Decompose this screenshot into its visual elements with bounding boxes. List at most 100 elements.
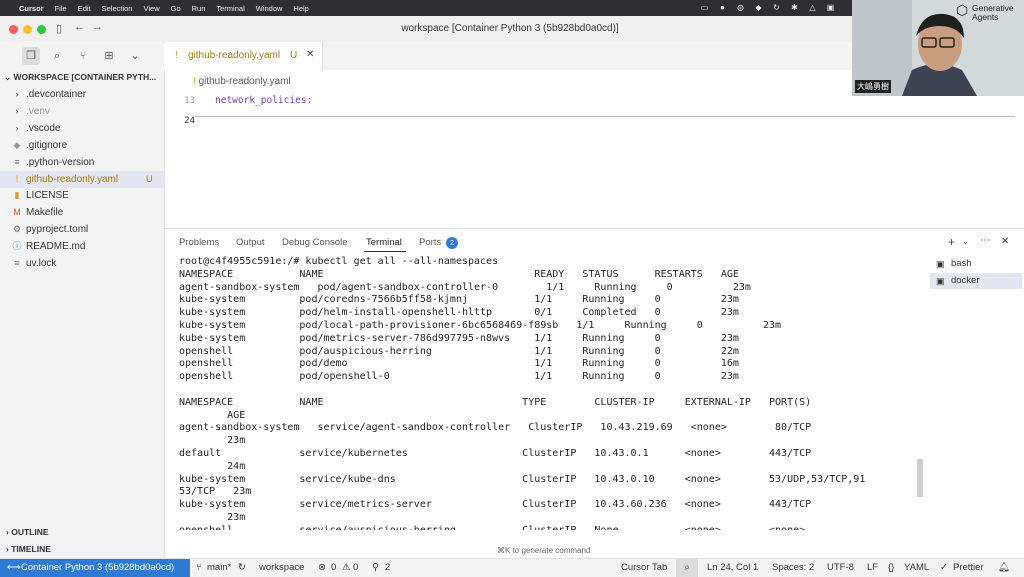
makefile-icon: M xyxy=(13,207,21,218)
terminal-line: 53/TCP 23m xyxy=(179,486,252,498)
line-ending[interactable]: LF xyxy=(867,559,878,577)
toggle-sidebar-icon[interactable]: ▯ xyxy=(56,22,62,35)
check-icon: ✓ xyxy=(940,562,948,573)
timeline-section[interactable]: › TIMELINE xyxy=(6,544,51,554)
folder-label[interactable]: workspace xyxy=(259,559,304,577)
more-actions-icon[interactable]: ⋯ xyxy=(980,235,990,246)
tab-output[interactable]: Output xyxy=(236,237,265,248)
terminal-line: agent-sandbox-system pod/agent-sandbox-c… xyxy=(179,281,751,293)
menu-terminal[interactable]: Terminal xyxy=(216,4,244,13)
workspace-header[interactable]: ⌄ WORKSPACE [CONTAINER PYTH... xyxy=(4,72,156,83)
outline-section[interactable]: › OUTLINE xyxy=(6,527,49,537)
terminal-line: kube-system pod/coredns-7566b5ff58-kjmnj… xyxy=(179,294,739,306)
search-icon[interactable]: ⌕ xyxy=(48,47,66,65)
tab-debug-console[interactable]: Debug Console xyxy=(282,237,348,248)
chevron-right-icon: › xyxy=(15,89,19,99)
sync-icon[interactable]: ↻ xyxy=(772,3,781,12)
file-tree-label: LICENSE xyxy=(26,190,69,202)
chevron-down-icon[interactable]: ⌄ xyxy=(962,237,969,246)
settings-icon[interactable]: ✱ xyxy=(790,3,799,12)
explorer-sidebar: ⌄ WORKSPACE [CONTAINER PYTH... › .devcont… xyxy=(0,70,165,558)
file-tree-item[interactable]: ◆ .gitignore xyxy=(0,137,164,154)
file-tree-item[interactable]: › .venv xyxy=(0,103,164,120)
warning-icon: ⚠ xyxy=(342,562,351,573)
tab-problems[interactable]: Problems xyxy=(179,237,219,248)
branch-status[interactable]: main* xyxy=(207,559,231,577)
code-line[interactable]: network_policies: xyxy=(215,95,312,106)
terminal-scrollbar[interactable] xyxy=(917,459,923,497)
notifications-icon[interactable]: 🔔︎ xyxy=(998,559,1010,577)
screen-share-icon[interactable]: ▭ xyxy=(700,3,709,12)
file-tree-item[interactable]: ⓘ README.md xyxy=(0,238,164,255)
menu-run[interactable]: Run xyxy=(192,4,206,13)
tab-label: github-readonly.yaml xyxy=(188,50,281,61)
close-icon[interactable]: ✕ xyxy=(306,49,314,60)
menu-view[interactable]: View xyxy=(143,4,159,13)
terminal-output[interactable]: root@c4f4955c591e:/# kubectl get all --a… xyxy=(179,255,923,530)
encoding[interactable]: UTF-8 xyxy=(827,559,854,577)
tab-ports[interactable]: Ports xyxy=(419,237,441,248)
menu-selection[interactable]: Selection xyxy=(102,4,133,13)
record-icon[interactable]: ● xyxy=(718,3,727,12)
tab-github-readonly-yaml[interactable]: ! github-readonly.yaml U ✕ xyxy=(165,42,323,70)
generative-agents-logo-icon: ⬡ xyxy=(956,2,969,18)
back-arrow-icon[interactable]: ← xyxy=(74,21,85,33)
menu-cursor[interactable]: Cursor xyxy=(19,4,44,13)
language-mode[interactable]: YAML xyxy=(904,559,929,577)
file-tree-item[interactable]: › .devcontainer xyxy=(0,86,164,103)
menu-file[interactable]: File xyxy=(55,4,67,13)
terminal-line: kube-system service/kube-dns ClusterIP 1… xyxy=(179,473,866,485)
zoom-icon[interactable]: ⌕ xyxy=(676,559,698,577)
file-tree-item[interactable]: ⚙ pyproject.toml xyxy=(0,221,164,238)
sync-icon[interactable]: ↻ xyxy=(238,559,246,577)
sticky-scroll-divider xyxy=(195,116,1015,117)
remote-indicator[interactable]: ⟷ Container Python 3 (5b928bd0a0cd) xyxy=(0,559,190,577)
line-number: 13 xyxy=(184,96,195,106)
alert-icon[interactable]: △ xyxy=(808,3,817,12)
files-icon[interactable]: ❐ xyxy=(22,47,40,65)
cursor-position[interactable]: Ln 24, Col 1 xyxy=(707,559,758,577)
info-icon: ⓘ xyxy=(12,241,22,252)
forward-arrow-icon[interactable]: → xyxy=(92,21,103,33)
terminal-session-bash[interactable]: ▣ bash xyxy=(930,256,1022,272)
close-panel-icon[interactable]: ✕ xyxy=(1001,236,1009,247)
file-tree-item[interactable]: ▮ LICENSE xyxy=(0,187,164,204)
cursor-tab-status[interactable]: Cursor Tab xyxy=(621,559,667,577)
globe-icon[interactable]: ◍ xyxy=(736,3,745,12)
file-tree-item[interactable]: ≡ .python-version xyxy=(0,154,164,171)
warning-count[interactable]: 0 xyxy=(353,559,358,577)
maximize-window-button[interactable] xyxy=(37,25,46,34)
file-tree-item[interactable]: ≡ uv.lock xyxy=(0,255,164,272)
minimize-window-button[interactable] xyxy=(23,25,32,34)
extensions-icon[interactable]: ⊞ xyxy=(100,47,118,65)
tab-terminal[interactable]: Terminal xyxy=(366,237,402,248)
terminal-line: 24m xyxy=(179,460,246,472)
file-tree-item[interactable]: M Makefile xyxy=(0,204,164,221)
new-terminal-icon[interactable]: + xyxy=(948,235,955,249)
terminal-line: root@c4f4955c591e:/# kubectl get all --a… xyxy=(179,256,499,267)
license-icon: ▮ xyxy=(14,190,20,201)
file-tree-label: .gitignore xyxy=(26,139,68,151)
file-lines-icon: ≡ xyxy=(14,156,20,167)
error-count[interactable]: 0 xyxy=(331,559,336,577)
menu-edit[interactable]: Edit xyxy=(78,4,91,13)
prettier-status[interactable]: Prettier xyxy=(953,559,984,577)
ports-count[interactable]: 2 xyxy=(385,559,390,577)
ports-icon: ⚲ xyxy=(372,562,379,573)
breadcrumb-file[interactable]: github-readonly.yaml xyxy=(199,76,291,87)
remote-label: Container Python 3 (5b928bd0a0cd) xyxy=(21,562,175,573)
storage-icon[interactable]: ▣ xyxy=(826,3,835,12)
terminal-line: kube-system pod/helm-install-openshell-h… xyxy=(179,307,739,319)
menu-go[interactable]: Go xyxy=(171,4,181,13)
app-icon[interactable]: ◆ xyxy=(754,3,763,12)
menu-help[interactable]: Help xyxy=(293,4,308,13)
source-control-icon[interactable]: ⑂ xyxy=(74,47,92,65)
chevron-right-icon: › xyxy=(15,105,19,116)
close-window-button[interactable] xyxy=(9,25,18,34)
menu-window[interactable]: Window xyxy=(256,4,283,13)
file-tree-item[interactable]: › .vscode xyxy=(0,120,164,137)
terminal-session-docker[interactable]: ▣ docker xyxy=(930,273,1022,289)
indentation[interactable]: Spaces: 2 xyxy=(772,559,814,577)
file-tree-item[interactable]: ! github-readonly.yaml U xyxy=(0,170,164,188)
chevron-down-icon[interactable]: ⌄ xyxy=(126,47,144,65)
